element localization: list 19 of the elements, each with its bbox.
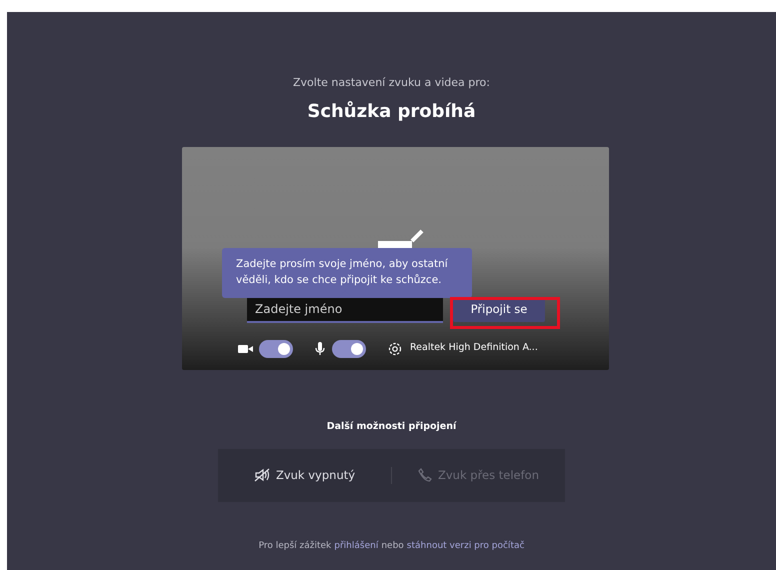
audio-option[interactable]: Zvuk vypnutý	[254, 466, 356, 484]
meeting-title: Schůzka probíhá	[307, 100, 476, 124]
footer-link[interactable]: stáhnout verzi pro počítač	[406, 540, 524, 554]
toggle-switch[interactable]	[332, 340, 366, 358]
join-button[interactable]: Připojit se	[453, 298, 545, 322]
audio-device-label[interactable]: Realtek High Definition A...	[410, 341, 538, 356]
footer-link[interactable]: přihlášení	[334, 540, 378, 554]
camera-icon	[238, 344, 253, 354]
settings-icon[interactable]	[388, 342, 402, 356]
toggle-switch[interactable]	[259, 340, 293, 358]
footer-label: Pro lepší zážitek	[258, 540, 332, 553]
speaker-muted-icon	[254, 468, 270, 482]
footer-label: nebo	[381, 540, 404, 553]
tooltip: Zadejte prosím svoje jméno, aby ostatní věděli, kdo se chce připojit ke schůzce.	[222, 248, 472, 298]
section-title: Další možnosti připojení	[326, 420, 456, 434]
microphone-icon	[315, 342, 325, 356]
name-input-field[interactable]: Zadejte jméno	[247, 298, 443, 322]
phone-icon	[418, 468, 432, 482]
subtitle: Zvolte nastavení zvuku a videa pro:	[293, 75, 490, 91]
